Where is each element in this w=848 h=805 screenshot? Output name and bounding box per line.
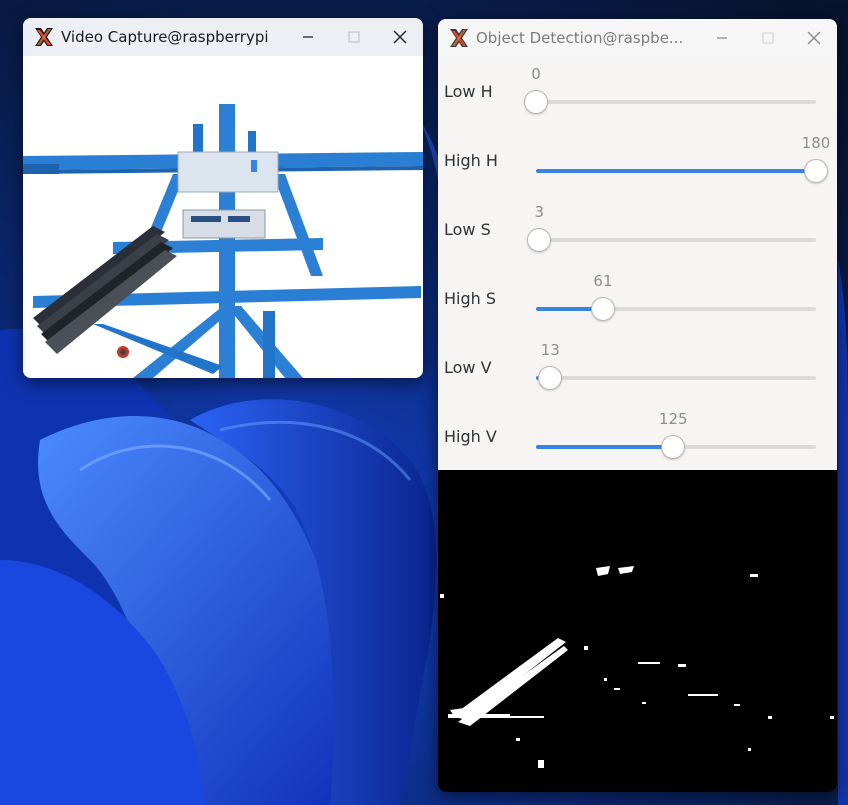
close-button[interactable]: [791, 19, 837, 57]
trackbar-high-s: High S 61: [438, 264, 837, 333]
trackbar-low-h: Low H 0: [438, 57, 837, 126]
maximize-button[interactable]: [745, 19, 791, 57]
trackbar-value: 13: [540, 341, 560, 359]
threshold-mask-image: [438, 470, 837, 792]
trackbar-panel: Low H 0 High H 180 Low S 3 High S 61 Low…: [438, 57, 837, 470]
slider-handle[interactable]: [804, 159, 828, 183]
trackbar-value: 0: [531, 65, 541, 83]
close-icon: [393, 30, 407, 44]
maximize-icon: [762, 32, 774, 44]
title-bar[interactable]: Video Capture@raspberrypi: [23, 18, 423, 56]
slider-handle[interactable]: [661, 435, 686, 459]
slider-trough[interactable]: [536, 307, 816, 311]
slider-trough[interactable]: [536, 376, 816, 380]
trackbar-low-s: Low S 3: [438, 195, 837, 264]
trackbar-high-h: High H 180: [438, 126, 837, 195]
slider-fill: [536, 169, 816, 173]
minimize-icon: [717, 37, 727, 39]
minimize-button[interactable]: [285, 18, 331, 56]
trackbar-label: Low S: [444, 220, 491, 239]
maximize-button[interactable]: [331, 18, 377, 56]
trackbar-value: 180: [801, 134, 831, 152]
trackbar-label: High V: [444, 427, 497, 446]
slider-trough[interactable]: [536, 238, 816, 242]
video-capture-window[interactable]: Video Capture@raspberrypi: [23, 18, 423, 378]
x-app-icon: [35, 28, 53, 46]
trackbar-label: Low H: [444, 82, 493, 101]
slider-trough[interactable]: [536, 100, 816, 104]
trackbar-value: 3: [534, 203, 545, 221]
trackbar-value: 125: [658, 410, 688, 428]
x-app-icon: [450, 29, 468, 47]
trackbar-label: High S: [444, 289, 497, 308]
slider-handle[interactable]: [524, 90, 548, 114]
trackbar-label: High H: [444, 151, 498, 170]
close-icon: [807, 31, 821, 45]
window-title: Video Capture@raspberrypi: [61, 28, 269, 46]
slider-fill: [536, 445, 674, 449]
slider-handle[interactable]: [527, 228, 552, 252]
slider-handle[interactable]: [538, 366, 563, 390]
slider-handle[interactable]: [590, 297, 615, 321]
camera-feed-image: [23, 56, 423, 378]
title-bar[interactable]: Object Detection@raspbe...: [438, 19, 837, 57]
trackbar-label: Low V: [444, 358, 492, 377]
close-button[interactable]: [377, 18, 423, 56]
minimize-button[interactable]: [699, 19, 745, 57]
window-title: Object Detection@raspbe...: [476, 29, 684, 47]
object-detection-window[interactable]: Object Detection@raspbe... Low H 0 High …: [438, 19, 837, 792]
minimize-icon: [303, 36, 313, 38]
trackbar-low-v: Low V 13: [438, 333, 837, 402]
trackbar-high-v: High V 125: [438, 402, 837, 471]
trackbar-value: 61: [593, 272, 613, 290]
maximize-icon: [348, 31, 360, 43]
slider-trough[interactable]: [536, 169, 816, 173]
